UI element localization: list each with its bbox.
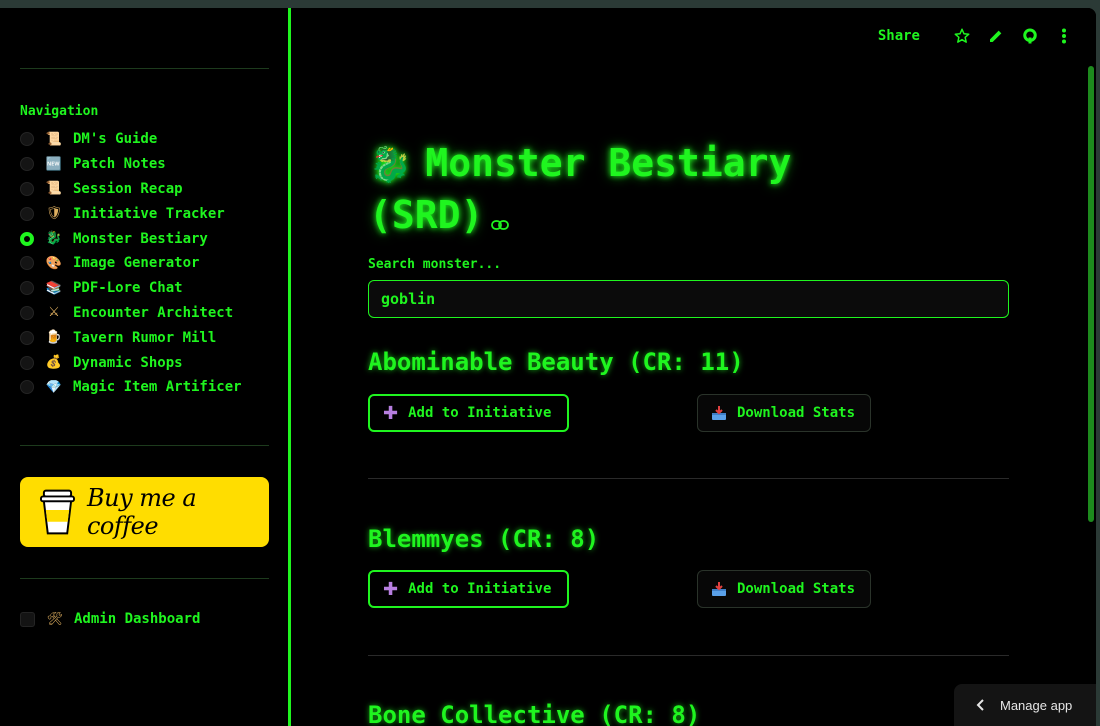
more-vertical-icon[interactable] <box>1054 26 1074 46</box>
sidebar-item-label: Image Generator <box>73 255 200 272</box>
crossed-swords-icon: ⚔ <box>48 305 60 321</box>
star-icon[interactable] <box>952 26 972 46</box>
sidebar-item-session-recap[interactable]: 📜 Session Recap <box>20 177 242 202</box>
sidebar: Navigation 📜 DM's Guide 🆕 Patch Notes 📜 … <box>0 8 291 726</box>
sidebar-item-label: PDF-Lore Chat <box>73 280 183 297</box>
checkbox[interactable] <box>20 611 35 627</box>
search-label: Search monster... <box>368 257 502 272</box>
app-window: Navigation 📜 DM's Guide 🆕 Patch Notes 📜 … <box>0 8 1096 726</box>
radio-button[interactable] <box>20 157 34 172</box>
monster-name: Abominable Beauty (CR: 11) <box>368 348 744 376</box>
button-label: Download Stats <box>737 405 856 421</box>
books-icon: 📚 <box>45 280 63 296</box>
scroll-icon: 📜 <box>45 181 63 197</box>
scrollbar[interactable] <box>1088 66 1094 522</box>
search-input[interactable] <box>368 280 1009 318</box>
sidebar-item-label: DM's Guide <box>73 131 158 148</box>
sidebar-item-patch-notes[interactable]: 🆕 Patch Notes <box>20 152 242 177</box>
beer-mug-icon: 🍺 <box>45 330 63 346</box>
buy-me-a-coffee-button[interactable]: Buy me a coffee <box>20 477 269 547</box>
page-title: 🐉 Monster Bestiary (SRD) <box>369 138 889 243</box>
share-button[interactable]: Share <box>878 28 920 44</box>
add-to-initiative-button[interactable]: ✚ Add to Initiative <box>368 394 569 432</box>
radio-button[interactable] <box>20 256 34 271</box>
radio-button[interactable] <box>20 132 34 147</box>
coffee-label: Buy me a coffee <box>86 484 197 540</box>
money-bag-icon: 💰 <box>45 355 63 371</box>
sidebar-item-dms-guide[interactable]: 📜 DM's Guide <box>20 127 242 152</box>
radio-button[interactable] <box>20 355 34 370</box>
radio-button[interactable] <box>20 380 34 395</box>
tools-icon: 🛠 <box>46 611 64 627</box>
nav-title: Navigation <box>20 104 99 119</box>
divider <box>368 478 1009 479</box>
radio-button[interactable] <box>20 206 34 221</box>
page-title-text: Monster Bestiary (SRD) <box>369 141 792 237</box>
download-stats-button[interactable]: Download Stats <box>697 570 871 608</box>
manage-app-button[interactable]: Manage app <box>954 684 1096 726</box>
sidebar-item-label: Dynamic Shops <box>73 354 183 371</box>
inbox-tray-icon <box>712 582 726 596</box>
sidebar-item-label: Patch Notes <box>73 156 166 173</box>
coffee-cup-icon <box>40 489 75 535</box>
github-icon[interactable] <box>1020 26 1040 46</box>
dragon-icon: 🐉 <box>369 145 412 185</box>
button-label: Add to Initiative <box>408 581 552 597</box>
sidebar-item-pdf-lore-chat[interactable]: 📚 PDF-Lore Chat <box>20 276 242 301</box>
radio-button-selected[interactable] <box>20 231 34 246</box>
button-label: Add to Initiative <box>408 405 552 421</box>
pencil-icon[interactable] <box>986 26 1006 46</box>
admin-dashboard-toggle[interactable]: 🛠 Admin Dashboard <box>20 611 200 627</box>
palette-icon: 🎨 <box>45 255 63 271</box>
inbox-tray-icon <box>712 406 726 420</box>
sidebar-item-dynamic-shops[interactable]: 💰 Dynamic Shops <box>20 350 242 375</box>
sidebar-item-monster-bestiary[interactable]: 🐉 Monster Bestiary <box>20 226 242 251</box>
dragon-icon: 🐉 <box>45 231 63 247</box>
sidebar-divider <box>20 445 269 446</box>
manage-app-label: Manage app <box>1000 697 1073 713</box>
sidebar-item-label: Magic Item Artificer <box>73 379 242 396</box>
monster-name: Bone Collective (CR: 8) <box>368 701 701 726</box>
button-label: Download Stats <box>737 581 856 597</box>
gem-icon: 💎 <box>45 379 63 395</box>
monster-name: Blemmyes (CR: 8) <box>368 525 600 553</box>
sidebar-item-label: Monster Bestiary <box>73 230 208 247</box>
admin-dashboard-label: Admin Dashboard <box>74 611 201 627</box>
sidebar-item-label: Session Recap <box>73 180 183 197</box>
radio-button[interactable] <box>20 281 34 296</box>
sidebar-item-image-generator[interactable]: 🎨 Image Generator <box>20 251 242 276</box>
download-stats-button[interactable]: Download Stats <box>697 394 871 432</box>
sidebar-divider <box>20 68 269 69</box>
divider <box>368 655 1009 656</box>
radio-button[interactable] <box>20 305 34 320</box>
sidebar-item-magic-item-artificer[interactable]: 💎 Magic Item Artificer <box>20 375 242 400</box>
new-badge-icon: 🆕 <box>45 156 63 172</box>
shield-icon: 🛡 <box>45 206 63 222</box>
nav-list: 📜 DM's Guide 🆕 Patch Notes 📜 Session Rec… <box>20 127 242 400</box>
sidebar-item-label: Tavern Rumor Mill <box>73 329 217 346</box>
sidebar-item-initiative-tracker[interactable]: 🛡 Initiative Tracker <box>20 201 242 226</box>
sidebar-item-encounter-architect[interactable]: ⚔ Encounter Architect <box>20 301 242 326</box>
main-content: Share 🐉 Monster Bestiary (SRD) Search mon… <box>291 8 1096 726</box>
top-toolbar: Share <box>878 26 1074 46</box>
link-icon[interactable] <box>491 193 510 243</box>
sidebar-item-label: Encounter Architect <box>73 304 234 321</box>
add-to-initiative-button[interactable]: ✚ Add to Initiative <box>368 570 569 608</box>
scroll-icon: 📜 <box>45 131 63 147</box>
sidebar-divider <box>20 578 269 579</box>
chevron-left-icon <box>976 699 984 711</box>
sidebar-item-label: Initiative Tracker <box>73 205 225 222</box>
radio-button[interactable] <box>20 181 34 196</box>
sidebar-item-tavern-rumor-mill[interactable]: 🍺 Tavern Rumor Mill <box>20 325 242 350</box>
radio-button[interactable] <box>20 330 34 345</box>
plus-icon: ✚ <box>383 402 399 424</box>
plus-icon: ✚ <box>383 578 399 600</box>
